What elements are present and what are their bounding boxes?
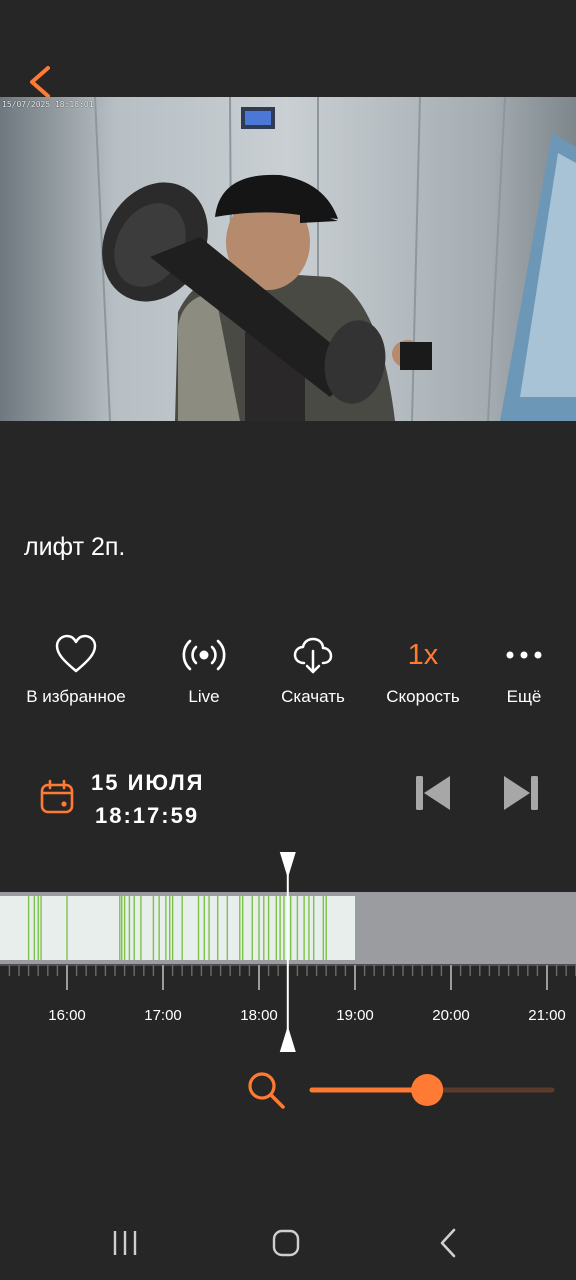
previous-event-button[interactable] xyxy=(412,772,456,814)
cloud-download-icon xyxy=(293,637,333,674)
timeline-hour-label: 18:00 xyxy=(240,1007,278,1024)
camera-name: лифт 2п. xyxy=(24,533,126,561)
timeline-track[interactable] xyxy=(0,850,576,1060)
heart-icon xyxy=(55,634,97,673)
timeline-hour-label: 20:00 xyxy=(432,1007,470,1024)
home-icon xyxy=(272,1229,300,1257)
timeline-hour-label: 16:00 xyxy=(48,1007,86,1024)
back-icon xyxy=(440,1228,456,1258)
favorite-button[interactable]: В избранное xyxy=(16,630,136,716)
more-button[interactable]: Ещё xyxy=(464,630,576,716)
chevron-left-icon xyxy=(30,66,50,98)
next-event-button[interactable] xyxy=(498,772,542,814)
skip-previous-icon xyxy=(416,776,450,810)
calendar-icon xyxy=(40,779,74,814)
zoom-button[interactable] xyxy=(244,1068,288,1112)
zoom-slider[interactable] xyxy=(308,1072,556,1108)
playback-time: 18:17:59 xyxy=(95,803,200,828)
timeline-hour-label: 17:00 xyxy=(144,1007,182,1024)
broadcast-icon xyxy=(182,639,226,671)
system-nav-bar xyxy=(0,1205,576,1280)
favorite-label: В избранное xyxy=(26,687,126,706)
recent-apps-button[interactable] xyxy=(103,1225,147,1261)
timeline[interactable]: 16:00 17:00 18:00 19:00 20:00 21:00 xyxy=(0,850,576,1060)
skip-next-icon xyxy=(504,776,538,810)
magnifier-icon xyxy=(248,1072,285,1109)
more-label: Ещё xyxy=(506,687,542,706)
speed-value: 1x xyxy=(407,638,439,671)
timeline-recorded-segment xyxy=(0,896,355,960)
camera-video-frame[interactable]: 15/07/2025 18:18:01 xyxy=(0,97,576,421)
calendar-button[interactable] xyxy=(38,778,76,816)
more-dots-icon xyxy=(506,651,542,659)
zoom-slider-thumb[interactable] xyxy=(411,1074,444,1106)
video-timestamp: 15/07/2025 18:18:01 xyxy=(2,100,94,109)
playback-date: 15 ИЮЛЯ xyxy=(91,770,205,795)
back-button[interactable] xyxy=(22,62,62,102)
system-back-button[interactable] xyxy=(426,1225,470,1261)
home-button[interactable] xyxy=(264,1225,308,1261)
recent-apps-icon xyxy=(113,1231,137,1255)
timeline-hour-label: 19:00 xyxy=(336,1007,374,1024)
timeline-hour-label: 21:00 xyxy=(528,1007,566,1024)
camera-image: 15/07/2025 18:18:01 xyxy=(0,97,576,421)
